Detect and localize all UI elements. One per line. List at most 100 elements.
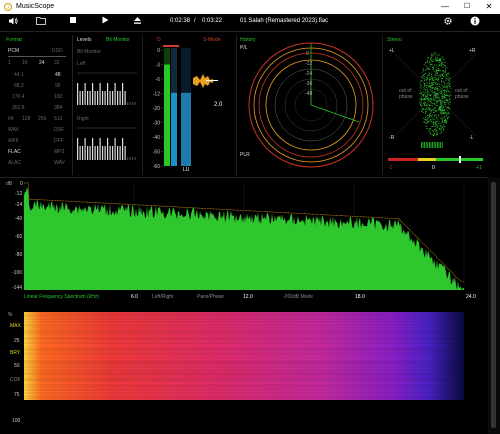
- bit-cell: [97, 146, 99, 160]
- vertical-scrollbar[interactable]: [488, 178, 500, 434]
- right-level-bar: [171, 92, 177, 166]
- spectrogram-band: [24, 319, 464, 320]
- gonio-point: [449, 97, 450, 99]
- gonio-point: [427, 116, 429, 118]
- gonio-point: [447, 86, 448, 87]
- gonio-point: [438, 123, 440, 124]
- gonio-point: [421, 76, 422, 78]
- gonio-point: [426, 61, 428, 62]
- scrollbar-thumb[interactable]: [491, 182, 496, 428]
- bit-cell: [112, 146, 114, 160]
- gonio-point: [447, 85, 449, 86]
- spectrogram-band: [24, 346, 464, 348]
- gonio-point: [431, 109, 432, 111]
- gonio-point: [433, 118, 435, 120]
- spectrogram-band: [24, 334, 464, 336]
- gonio-point: [447, 95, 449, 97]
- gonio-point: [437, 95, 439, 97]
- gonio-point: [438, 109, 440, 110]
- option-pans-phase[interactable]: Pans/Phase: [197, 294, 224, 300]
- gonio-point: [433, 70, 435, 72]
- bit-monitor-tab[interactable]: Bit Monitor: [106, 37, 130, 43]
- gonio-point: [439, 110, 441, 111]
- gonio-point: [440, 117, 442, 119]
- gonio-point: [445, 111, 447, 113]
- gonio-point: [435, 81, 437, 83]
- gonio-point: [431, 115, 433, 117]
- gonio-point: [448, 116, 450, 118]
- gonio-point: [437, 105, 439, 106]
- gonio-point: [435, 134, 437, 136]
- gonio-point: [428, 107, 430, 108]
- spectrogram-band: [24, 342, 464, 343]
- gonio-point: [448, 104, 450, 105]
- gonio-point: [439, 60, 441, 62]
- minimize-button[interactable]: —: [436, 1, 454, 13]
- gonio-point: [428, 120, 429, 122]
- out-of-phase-left: out of phase: [399, 88, 413, 100]
- gonio-point: [439, 69, 440, 71]
- gonio-point: [422, 94, 424, 95]
- stop-icon[interactable]: [66, 16, 80, 28]
- eject-icon[interactable]: [130, 16, 144, 28]
- gonio-point: [439, 132, 441, 134]
- gonio-point: [428, 113, 430, 115]
- option-200db-mode[interactable]: -200dB Mode: [283, 294, 313, 300]
- rate-176-4: 176.4: [12, 94, 25, 100]
- gonio-point: [442, 107, 444, 109]
- gonio-point: [434, 77, 436, 79]
- gonio-point: [439, 74, 441, 76]
- gonio-point: [419, 82, 421, 84]
- gonio-point: [448, 74, 450, 75]
- gonio-point: [446, 82, 448, 84]
- volume-icon[interactable]: [6, 16, 20, 28]
- gonio-point: [438, 114, 439, 116]
- gonio-point: [421, 104, 423, 106]
- gonio-point: [432, 66, 434, 68]
- gonio-point: [421, 98, 422, 100]
- gonio-point: [446, 115, 448, 117]
- rate-44-1: 44.1: [14, 72, 24, 78]
- gonio-point: [424, 83, 425, 85]
- spectrogram-band: [24, 381, 464, 383]
- bit-cell: [129, 102, 131, 105]
- gonio-point: [435, 71, 437, 73]
- gonio-point: [441, 110, 443, 111]
- spectrogram-band: [24, 378, 464, 379]
- spectrogram-band: [24, 327, 464, 329]
- gonio-point: [425, 65, 427, 67]
- gonio-point: [436, 102, 438, 104]
- gonio-point: [428, 103, 430, 105]
- close-button[interactable]: ✕: [480, 1, 498, 13]
- spectrogram-band: [24, 385, 464, 386]
- maximize-button[interactable]: ☐: [458, 1, 476, 13]
- info-icon[interactable]: [468, 16, 482, 28]
- gonio-point: [422, 91, 424, 93]
- bit-depth-16: 16: [22, 60, 28, 66]
- gonio-point: [427, 123, 429, 124]
- gonio-point: [429, 113, 431, 115]
- spectrogram-image: [24, 312, 464, 401]
- folder-icon[interactable]: [34, 16, 48, 28]
- gonio-point: [428, 74, 430, 76]
- gonio-point: [444, 91, 445, 93]
- bit-depth-32: 32: [54, 60, 60, 66]
- play-icon[interactable]: [98, 16, 112, 28]
- spectrogram-band: [24, 374, 464, 375]
- gonio-point: [441, 60, 443, 62]
- x-tick-12: 12.0: [243, 294, 253, 300]
- gonio-point: [432, 131, 434, 133]
- gonio-point: [426, 85, 428, 86]
- spectrogram-band: [24, 330, 464, 331]
- gear-icon[interactable]: [441, 16, 455, 28]
- gonio-point: [433, 134, 435, 136]
- option-left-right[interactable]: Left/Right: [152, 294, 173, 300]
- gonio-point: [438, 89, 439, 91]
- gonio-point: [434, 74, 436, 76]
- spectrogram-band: [24, 397, 464, 398]
- gonio-point: [419, 93, 421, 94]
- gonio-point: [425, 69, 427, 70]
- spectrogram-band: [24, 337, 464, 338]
- gonio-point: [428, 128, 430, 129]
- spectrogram-band: [24, 373, 464, 374]
